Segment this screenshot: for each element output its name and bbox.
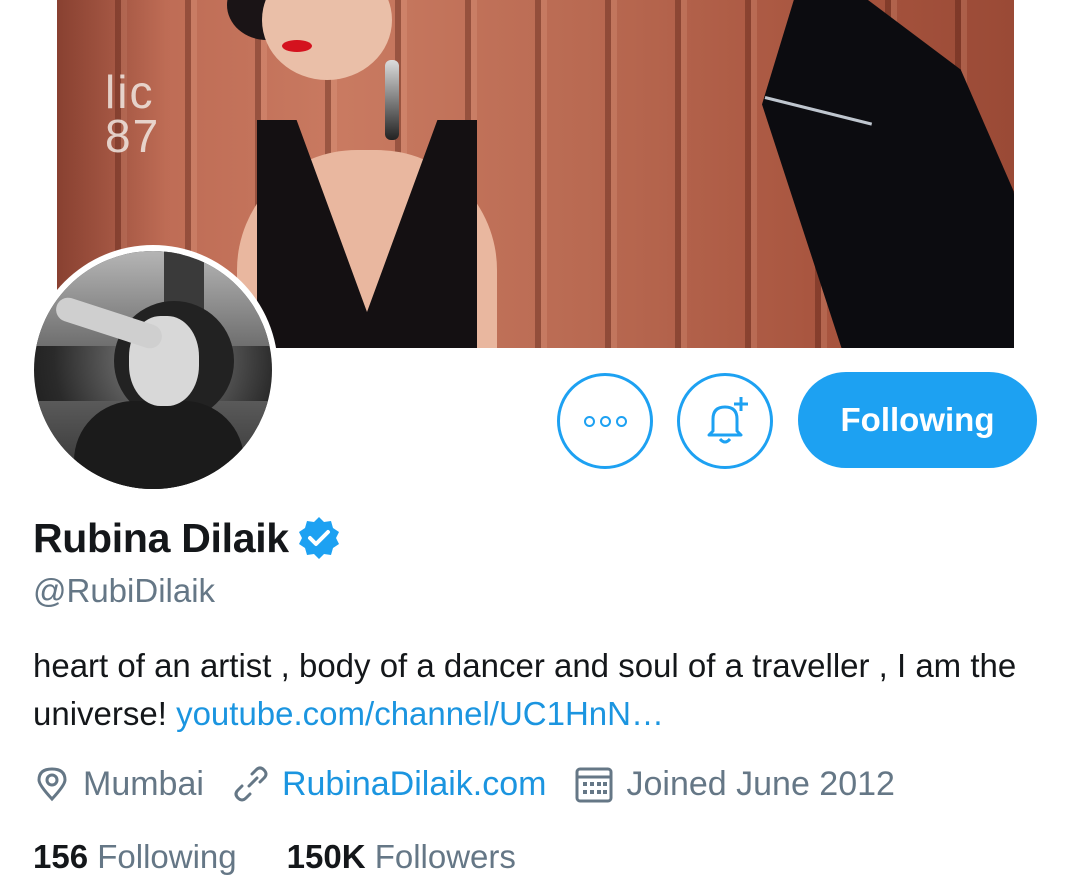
following-button[interactable]: Following	[798, 372, 1037, 468]
profile-bio: heart of an artist , body of a dancer an…	[33, 642, 1033, 738]
notifications-button[interactable]	[677, 373, 773, 469]
joined-item: Joined June 2012	[574, 764, 895, 804]
bell-plus-icon	[707, 397, 748, 444]
user-handle: @RubiDilaik	[33, 572, 216, 609]
location-text: Mumbai	[83, 764, 204, 803]
avatar-photo	[34, 251, 272, 489]
avatar-jacket	[74, 401, 244, 489]
follow-stats: 156 Following 150K Followers	[33, 833, 566, 881]
following-count: 156	[33, 838, 89, 875]
banner-figure-lips	[282, 40, 312, 52]
joined-date: Joined June 2012	[626, 764, 895, 803]
followers-stat[interactable]: 150K Followers	[287, 838, 516, 876]
verified-badge-icon	[298, 517, 339, 559]
profile-page: lic 87 Following Rubina Dilaik @RubiDila…	[0, 0, 1075, 884]
following-label: Following	[97, 838, 237, 875]
more-options-icon	[583, 415, 627, 427]
location-item: Mumbai	[33, 765, 204, 804]
profile-avatar[interactable]	[28, 245, 278, 495]
website-item[interactable]: RubinaDilaik.com	[232, 765, 547, 804]
location-pin-icon	[37, 767, 67, 802]
banner-figure-earring	[385, 60, 399, 140]
name-row: Rubina Dilaik	[33, 513, 343, 563]
banner-figure-face	[262, 0, 392, 80]
display-name: Rubina Dilaik	[33, 514, 289, 561]
more-options-button[interactable]	[557, 373, 653, 469]
banner-umbrella	[762, 0, 1014, 348]
profile-meta: Mumbai RubinaDilaik.com Joined June 2012	[33, 760, 923, 808]
bio-link[interactable]: youtube.com/channel/UC1HnN…	[176, 695, 664, 732]
followers-count: 150K	[286, 838, 366, 875]
website-link[interactable]: RubinaDilaik.com	[282, 765, 547, 804]
link-icon	[234, 766, 268, 802]
following-stat[interactable]: 156 Following	[33, 838, 237, 876]
calendar-icon	[575, 767, 613, 803]
banner-container-code: lic 87	[105, 66, 161, 162]
followers-label: Followers	[374, 838, 516, 875]
